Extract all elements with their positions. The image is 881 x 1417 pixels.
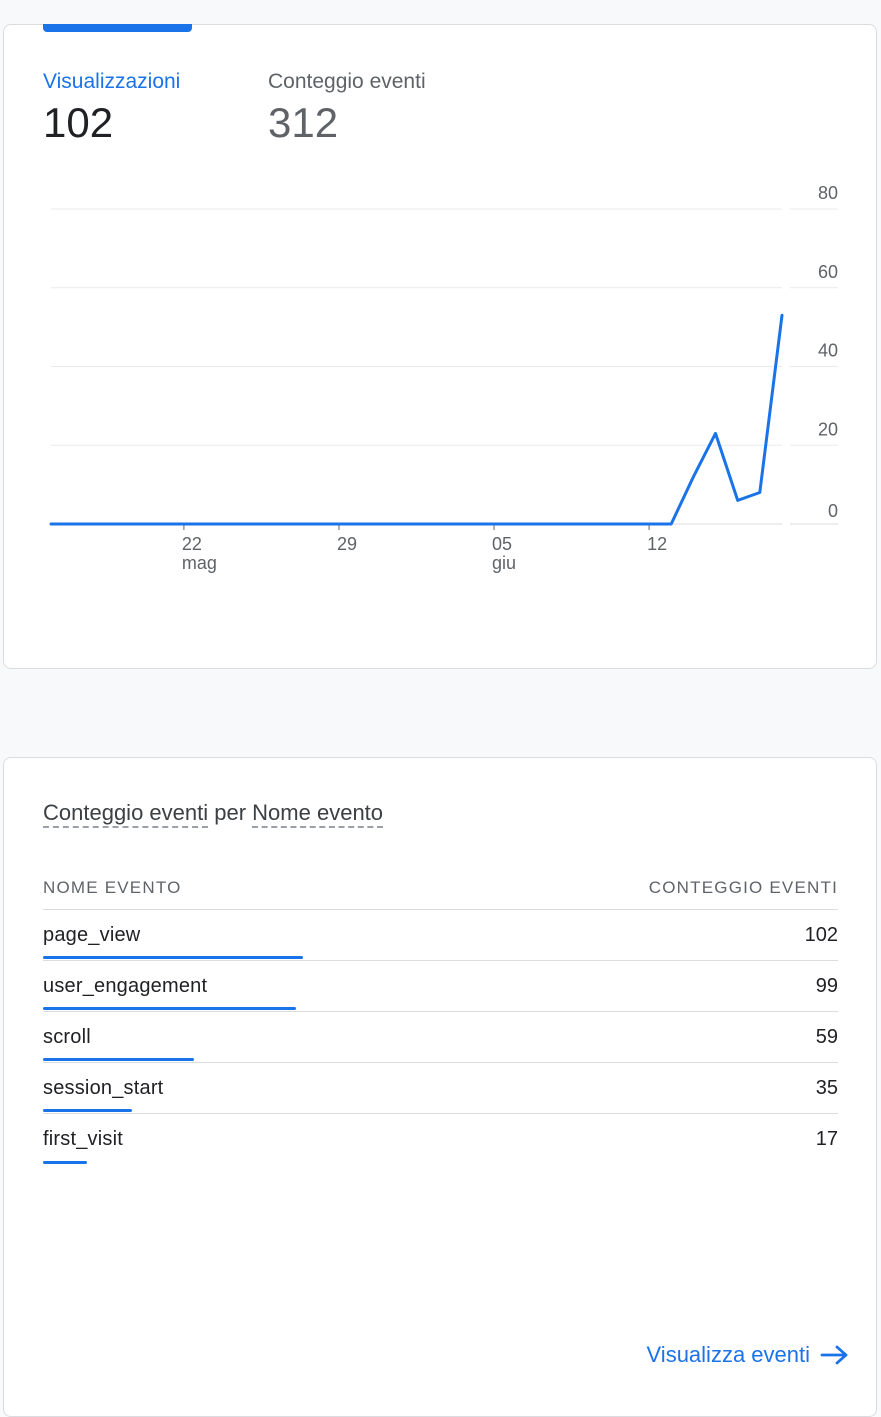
y-tick-label: 20 (818, 419, 838, 439)
x-tick-label: 05 (492, 534, 512, 554)
x-tick-label: 22 (182, 534, 202, 554)
table-title-metric[interactable]: Conteggio eventi (43, 800, 209, 828)
event-count-bar (43, 956, 304, 959)
table-title-dimension[interactable]: Nome evento (252, 800, 384, 828)
series-line (49, 313, 784, 526)
event-name: session_start (43, 1077, 164, 1099)
x-tick-label: 29 (337, 534, 357, 554)
y-tick-label: 80 (818, 183, 838, 203)
line-chart: 0 20 40 60 80 22mag 29 05giu 12 (49, 183, 838, 573)
column-header-count: CONTEGGIO EVENTI (648, 878, 838, 897)
event-name: scroll (43, 1026, 91, 1048)
view-events-label: Visualizza eventi (646, 1342, 810, 1367)
x-tick-sublabel: mag (182, 553, 217, 573)
event-count: 35 (815, 1077, 838, 1099)
chart-card: Visualizzazioni 102 Conteggio eventi 312… (3, 24, 877, 669)
event-name: user_engagement (43, 975, 208, 997)
event-count: 99 (815, 975, 838, 997)
event-count: 17 (815, 1128, 838, 1150)
table-row[interactable]: first_visit 17 (43, 1114, 838, 1165)
y-tick-label: 40 (818, 341, 838, 361)
event-count: 59 (815, 1026, 838, 1048)
x-tick-label: 12 (647, 534, 667, 554)
table-row[interactable]: page_view 102 (43, 910, 838, 961)
event-count-bar (43, 1109, 132, 1112)
event-count-bar (43, 1058, 194, 1061)
table-title: Conteggio eventi per Nome evento (43, 800, 384, 828)
event-count-bar (43, 1007, 296, 1010)
y-tick-label: 0 (828, 501, 838, 521)
event-name: page_view (43, 924, 141, 946)
view-events-link[interactable]: Visualizza eventi (647, 1342, 850, 1368)
x-tick-sublabel: giu (492, 553, 516, 573)
event-count: 102 (804, 924, 838, 946)
column-header-name: NOME EVENTO (43, 878, 182, 897)
y-tick-label: 60 (818, 262, 838, 282)
arrow-right-icon (820, 1343, 850, 1367)
table-row[interactable]: scroll 59 (43, 1012, 838, 1063)
table-row[interactable]: user_engagement 99 (43, 961, 838, 1012)
event-name: first_visit (43, 1128, 123, 1150)
table-title-connector: per (214, 800, 247, 825)
table-row[interactable]: session_start 35 (43, 1063, 838, 1114)
table-body: page_view 102 user_engagement 99 scroll 59 ses… (43, 910, 838, 1165)
table-card: Conteggio eventi per Nome evento NOME EV… (3, 757, 877, 1417)
event-count-bar (43, 1161, 88, 1164)
